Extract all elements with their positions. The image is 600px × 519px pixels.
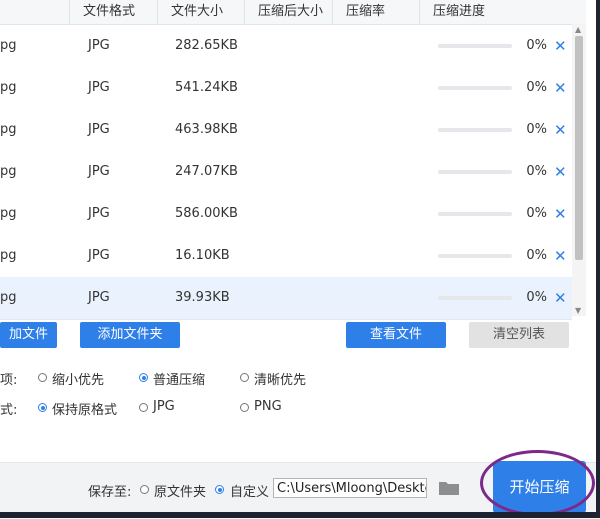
header-divider: [419, 0, 420, 24]
file-size: 463.98KB: [175, 122, 238, 137]
add-folder-button[interactable]: 添加文件夹: [80, 322, 180, 348]
progress-bar: [438, 212, 512, 216]
radio-compress-normal[interactable]: [139, 373, 148, 382]
table-row[interactable]: pg JPG 541.24KB 0% ✕: [0, 67, 572, 110]
close-icon[interactable]: ✕: [554, 193, 567, 235]
file-format: JPG: [88, 80, 110, 95]
file-size: 39.93KB: [175, 290, 230, 305]
png-label[interactable]: PNG: [254, 399, 282, 414]
file-format: JPG: [88, 290, 110, 305]
table-row[interactable]: pg JPG 282.65KB 0% ✕: [0, 25, 572, 68]
scroll-up-icon[interactable]: ▲: [575, 25, 581, 34]
close-icon[interactable]: ✕: [554, 25, 567, 67]
table-row-selected[interactable]: pg JPG 39.93KB 0% ✕: [0, 277, 572, 320]
view-file-button[interactable]: 查看文件: [346, 322, 446, 348]
progress-text: 0%: [526, 290, 547, 305]
header-ratio[interactable]: 压缩率: [346, 0, 385, 24]
radio-compress-small[interactable]: [38, 373, 47, 382]
desktop-strip: [0, 512, 600, 518]
file-format: JPG: [88, 164, 110, 179]
progress-text: 0%: [526, 38, 547, 53]
progress-text: 0%: [526, 164, 547, 179]
progress-bar: [438, 170, 512, 174]
file-format: JPG: [88, 206, 110, 221]
jpg-label[interactable]: JPG: [153, 399, 175, 414]
progress-text: 0%: [526, 80, 547, 95]
save-path-input[interactable]: C:\Users\Mloong\Desktop: [273, 478, 427, 498]
progress-text: 0%: [526, 206, 547, 221]
file-name-fragment: pg: [0, 290, 17, 305]
progress-bar: [438, 86, 512, 90]
clear-list-button[interactable]: 清空列表: [469, 322, 569, 348]
table-header: 文件格式 文件大小 压缩后大小 压缩率 压缩进度: [0, 0, 586, 25]
custom-label[interactable]: 自定义: [230, 481, 269, 500]
progress-text: 0%: [526, 122, 547, 137]
compress-clear-label[interactable]: 清晰优先: [254, 369, 306, 388]
output-format-label: 式:: [0, 403, 18, 418]
add-file-button[interactable]: 加文件: [0, 322, 57, 348]
file-name-fragment: pg: [0, 80, 17, 95]
header-progress[interactable]: 压缩进度: [433, 0, 485, 24]
radio-png[interactable]: [240, 403, 249, 412]
file-name-fragment: pg: [0, 38, 17, 53]
progress-bar: [438, 44, 512, 48]
header-compressed-size[interactable]: 压缩后大小: [258, 0, 323, 24]
file-size: 282.65KB: [175, 38, 238, 53]
header-size[interactable]: 文件大小: [171, 0, 223, 24]
save-to-label: 保存至:: [88, 485, 132, 500]
radio-compress-clear[interactable]: [240, 373, 249, 382]
file-size: 586.00KB: [175, 206, 238, 221]
header-divider: [157, 0, 158, 24]
file-name-fragment: pg: [0, 164, 17, 179]
close-icon[interactable]: ✕: [554, 235, 567, 277]
close-icon[interactable]: ✕: [554, 277, 567, 319]
table-row[interactable]: pg JPG 463.98KB 0% ✕: [0, 109, 572, 152]
close-icon[interactable]: ✕: [554, 151, 567, 193]
start-compress-button[interactable]: 开始压缩: [493, 461, 586, 513]
compress-normal-label[interactable]: 普通压缩: [153, 369, 205, 388]
radio-original-folder[interactable]: [140, 485, 149, 494]
radio-jpg[interactable]: [139, 403, 148, 412]
window-edge: [596, 0, 600, 518]
folder-icon[interactable]: [438, 479, 460, 496]
file-size: 247.07KB: [175, 164, 238, 179]
compress-small-label[interactable]: 缩小优先: [52, 369, 104, 388]
file-format: JPG: [88, 248, 110, 263]
file-size: 16.10KB: [175, 248, 230, 263]
table-row[interactable]: pg JPG 247.07KB 0% ✕: [0, 151, 572, 194]
keep-format-label[interactable]: 保持原格式: [52, 399, 117, 418]
header-divider: [332, 0, 333, 24]
file-name-fragment: pg: [0, 248, 17, 263]
file-name-fragment: pg: [0, 122, 17, 137]
close-icon[interactable]: ✕: [554, 109, 567, 151]
table-row[interactable]: pg JPG 586.00KB 0% ✕: [0, 193, 572, 236]
progress-text: 0%: [526, 248, 547, 263]
original-folder-label[interactable]: 原文件夹: [154, 481, 206, 500]
radio-keep-format[interactable]: [38, 403, 47, 412]
header-format[interactable]: 文件格式: [83, 0, 135, 24]
file-format: JPG: [88, 38, 110, 53]
file-name-fragment: pg: [0, 206, 17, 221]
header-divider: [69, 0, 70, 24]
scrollbar-thumb[interactable]: [575, 36, 583, 260]
compress-option-label: 项:: [0, 373, 18, 388]
close-icon[interactable]: ✕: [554, 67, 567, 109]
progress-bar: [438, 254, 512, 258]
progress-bar: [438, 128, 512, 132]
header-divider: [244, 0, 245, 24]
file-size: 541.24KB: [175, 80, 238, 95]
file-format: JPG: [88, 122, 110, 137]
progress-bar: [438, 296, 512, 300]
table-row[interactable]: pg JPG 16.10KB 0% ✕: [0, 235, 572, 278]
radio-custom[interactable]: [215, 485, 224, 494]
scroll-down-icon[interactable]: ▼: [575, 306, 581, 315]
